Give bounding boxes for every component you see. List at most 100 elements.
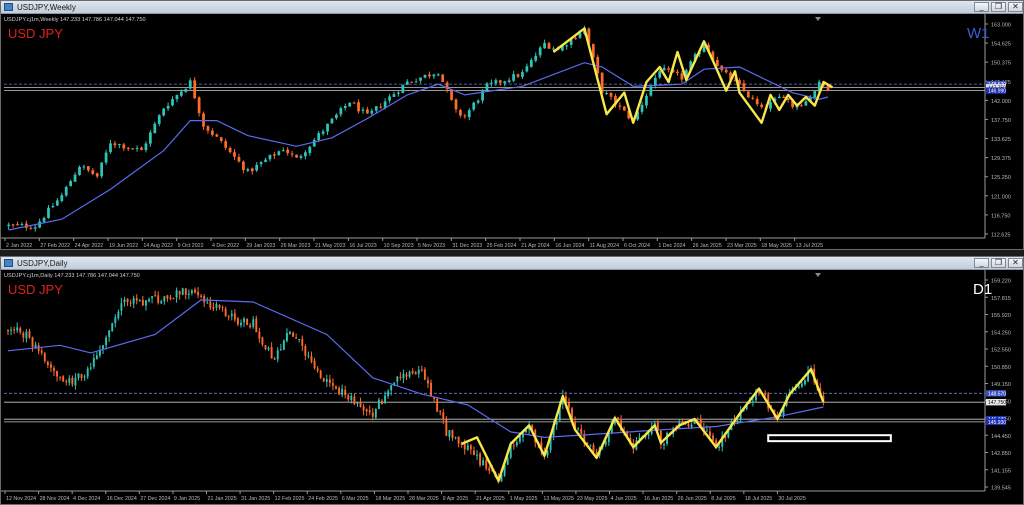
candle-body: [43, 353, 46, 361]
candle-body: [157, 295, 160, 303]
candle-body: [25, 331, 28, 339]
date-tick-label: 4 Dec 2022: [212, 243, 239, 249]
restore-button[interactable]: ❐: [991, 258, 1006, 268]
candle-body: [417, 369, 420, 374]
minimize-button[interactable]: _: [974, 2, 989, 12]
candle-body: [742, 83, 746, 91]
candle-body: [512, 74, 515, 81]
candle-body: [270, 347, 273, 359]
candle-body: [797, 386, 800, 388]
date-tick-label: 8 Jul 2025: [711, 496, 735, 502]
minimize-button[interactable]: _: [974, 258, 989, 268]
date-tick-label: 10 Sep 2023: [384, 243, 414, 249]
candle-body: [138, 300, 141, 302]
weekly-title-bar[interactable]: USDJPY,Weekly _ ❐ ✕: [1, 1, 1023, 14]
candle-body: [370, 110, 374, 114]
candle-body: [609, 92, 613, 97]
date-tick-label: 11 Aug 2024: [590, 243, 619, 249]
candle-body: [813, 91, 817, 98]
price-tick-label: 157.815: [991, 296, 1011, 302]
candle-body: [108, 330, 111, 337]
candle-body: [40, 350, 43, 353]
daily-title-bar[interactable]: USDJPY,Daily _ ❐ ✕: [1, 257, 1023, 270]
candle-body: [188, 80, 192, 89]
candle-body: [374, 409, 377, 418]
candle-body: [326, 123, 329, 132]
candle-body: [175, 290, 178, 298]
candle-body: [568, 402, 570, 408]
candle-body: [246, 318, 249, 325]
candle-body: [419, 77, 422, 81]
weekly-chart-canvas[interactable]: 163.000154.625150.375146.125142.000137.7…: [1, 14, 1023, 249]
candle-body: [286, 149, 290, 154]
candle-body: [485, 83, 489, 91]
candle-body: [140, 147, 143, 151]
date-tick-label: 23 May 2025: [577, 496, 608, 502]
candle-body: [494, 80, 498, 84]
candle-body: [153, 123, 157, 133]
candle-body: [552, 48, 555, 50]
candle-body: [605, 93, 608, 95]
candle-body: [402, 373, 405, 379]
candle-body: [381, 400, 383, 404]
date-tick-label: 29 Jan 2023: [246, 243, 275, 249]
candle-body: [488, 467, 491, 471]
candle-body: [463, 443, 466, 450]
date-tick-label: 1 Dec 2024: [658, 243, 685, 249]
candle-body: [29, 227, 33, 229]
candle-body: [316, 368, 319, 371]
price-tag-label: 148.570: [988, 391, 1006, 397]
candle-body: [472, 450, 475, 456]
date-tick-label: 13 Jul 2025: [796, 243, 823, 249]
candle-body: [68, 378, 71, 383]
candle-body: [60, 195, 64, 202]
candle-body: [428, 74, 431, 77]
candle-body: [249, 325, 252, 328]
daily-chart-window[interactable]: USDJPY,Daily _ ❐ ✕ 159.220 157.815 155.920…: [0, 256, 1024, 505]
restore-button[interactable]: ❐: [991, 2, 1006, 12]
weekly-chart-window[interactable]: USDJPY,Weekly _ ❐ ✕ 163.000 154.625 150.37…: [0, 0, 1024, 250]
date-tick-label: 31 Dec 2023: [452, 243, 482, 249]
candle-body: [490, 82, 493, 84]
candle-body: [102, 345, 104, 350]
daily-chart-canvas[interactable]: 159.220 157.815 155.920 154.250 152.550 150.8…: [1, 270, 1023, 504]
candle-body: [28, 331, 31, 338]
candle-body: [724, 69, 728, 73]
date-tick-label: 26 Mar 2023: [281, 243, 311, 249]
candle-body: [250, 168, 254, 172]
candle-body: [258, 331, 261, 339]
candle-body: [16, 224, 19, 226]
candle-body: [521, 72, 524, 77]
candle-body: [193, 80, 197, 99]
candle-body: [169, 297, 172, 299]
candle-body: [543, 42, 546, 49]
candle-body: [690, 424, 693, 428]
candle-body: [215, 134, 219, 137]
candle-body: [131, 148, 135, 150]
candle-body: [290, 153, 294, 155]
candle-body: [187, 293, 190, 295]
candle-body: [230, 313, 233, 317]
candle-body: [441, 74, 445, 82]
candle-body: [736, 420, 739, 422]
close-button[interactable]: ✕: [1008, 258, 1023, 268]
candle-body: [22, 332, 25, 338]
candle-body: [277, 151, 281, 156]
candle-body: [144, 143, 148, 151]
candle-body: [227, 316, 230, 318]
date-tick-label: 21 Apr 2024: [521, 243, 550, 249]
candle-body: [77, 373, 80, 378]
candle-body: [38, 221, 42, 228]
candle-body: [696, 418, 699, 420]
candle-body: [325, 379, 328, 382]
close-button[interactable]: ✕: [1008, 2, 1023, 12]
date-tick-label: 16 Dec 2024: [107, 496, 137, 502]
candle-body: [525, 66, 529, 72]
date-tick-label: 18 Mar 2025: [375, 496, 405, 502]
candle-body: [335, 386, 337, 389]
candle-body: [751, 97, 755, 99]
candle-body: [482, 460, 485, 466]
candle-body: [80, 374, 83, 378]
candle-body: [718, 446, 721, 448]
candle-body: [282, 340, 285, 350]
